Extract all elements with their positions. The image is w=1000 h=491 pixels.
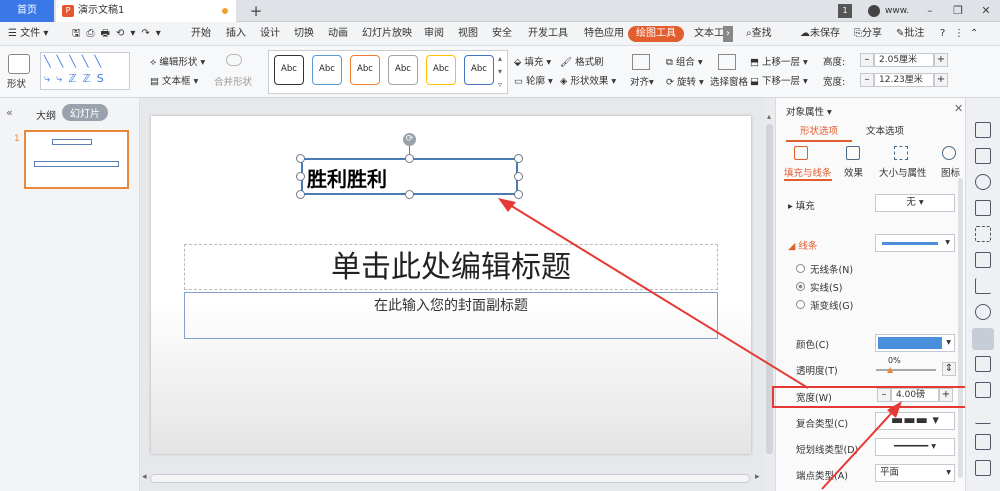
properties-active-icon[interactable] [972,328,994,350]
transform-icon[interactable] [975,382,991,398]
select-icon[interactable] [975,122,991,138]
sidebar-item-archive-icon[interactable] [975,408,991,424]
arrow-head-textbox [498,198,516,212]
copy-icon[interactable] [975,148,991,164]
picture-icon[interactable] [975,356,991,372]
annotation-arrows [498,198,902,490]
animation-icon[interactable] [975,200,991,216]
table-icon[interactable] [975,226,991,242]
backup-icon[interactable] [975,304,991,320]
arrow-to-textbox [504,201,809,389]
image-icon[interactable] [975,434,991,450]
right-toolbar [965,98,1000,491]
shape-tool-icon[interactable] [975,174,991,190]
chart-tool-icon[interactable] [975,278,991,294]
arrow-to-width [821,405,899,490]
layout-icon[interactable] [975,252,991,268]
note-icon[interactable] [975,460,991,476]
